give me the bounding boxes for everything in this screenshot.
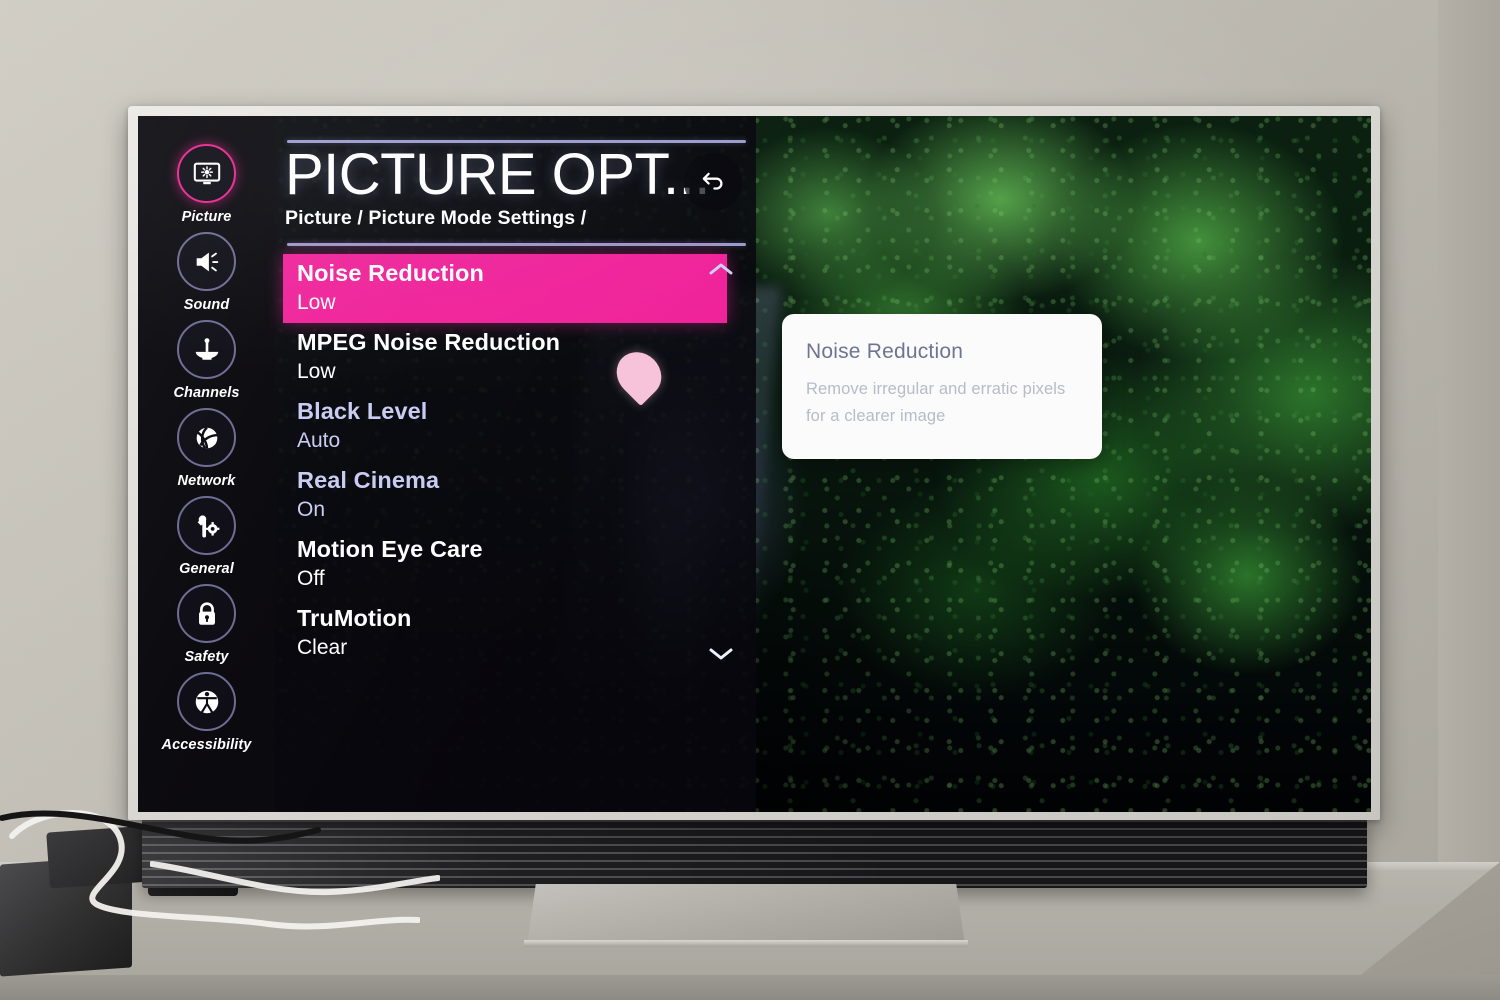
wall-corner [1438, 0, 1500, 870]
sidebar-item-label: Picture [181, 209, 232, 225]
safety-icon-ring [177, 584, 236, 643]
menu-item-noise-reduction[interactable]: Noise Reduction Low [283, 254, 727, 324]
scroll-up-chevron[interactable] [708, 261, 734, 277]
menu-item-label: Motion Eye Care [297, 536, 483, 563]
back-button[interactable] [684, 153, 742, 211]
chevron-up-icon [708, 263, 734, 281]
sidebar-item-picture[interactable]: Picture [151, 144, 263, 225]
settings-panel: PICTURE OPT... Picture / Picture Mode Se… [275, 116, 756, 812]
menu-item-real-cinema[interactable]: Real Cinema On [285, 461, 748, 530]
menu-item-label: Noise Reduction [297, 260, 484, 287]
tv-stand [527, 884, 965, 946]
television: Picture Sound Channels Network General S… [128, 106, 1380, 820]
general-icon-ring [177, 496, 236, 555]
settings-overlay: Picture Sound Channels Network General S… [138, 116, 1371, 812]
menu-item-motion-eye-care[interactable]: Motion Eye Care Off [285, 530, 748, 599]
sidebar-item-label: General [179, 561, 234, 577]
sidebar-item-label: Safety [184, 649, 229, 665]
sidebar-item-sound[interactable]: Sound [151, 232, 263, 313]
tv-screen: Picture Sound Channels Network General S… [138, 116, 1371, 812]
tooltip-title: Noise Reduction [806, 340, 964, 363]
network-globe-icon [192, 423, 222, 453]
page-title: PICTURE OPT... [285, 142, 710, 207]
menu-item-value: On [297, 497, 326, 521]
header-row: PICTURE OPT... [285, 142, 748, 211]
menu-item-mpeg-noise-reduction[interactable]: MPEG Noise Reduction Low [285, 323, 748, 392]
padlock-icon [192, 599, 222, 629]
sidebar-item-general[interactable]: General [151, 496, 263, 577]
sidebar-item-network[interactable]: Network [151, 408, 263, 489]
network-icon-ring [177, 408, 236, 467]
menu-item-label: Black Level [297, 398, 428, 425]
help-tooltip: Noise Reduction Remove irregular and err… [782, 314, 1102, 460]
cable-run-to-tv [150, 861, 440, 896]
tv-bezel: Picture Sound Channels Network General S… [128, 106, 1380, 820]
menu-item-value: Auto [297, 428, 341, 452]
settings-menu-list: Noise Reduction Low MPEG Noise Reduction… [283, 254, 748, 668]
chevron-down-icon [708, 648, 734, 666]
tooltip-body: Remove irregular and erratic pixels for … [806, 380, 1066, 425]
sidebar-item-safety[interactable]: Safety [151, 584, 263, 665]
back-arrow-icon [699, 166, 727, 199]
picture-icon-ring [177, 144, 236, 203]
scroll-down-chevron[interactable] [708, 646, 734, 662]
channels-icon-ring [177, 320, 236, 379]
accessibility-icon-ring [177, 672, 236, 731]
menu-item-label: Real Cinema [297, 467, 440, 494]
menu-item-value: Low [297, 359, 336, 383]
tv-stand-edge [524, 940, 968, 947]
satellite-dish-icon [192, 335, 222, 365]
sidebar-item-label: Network [177, 473, 236, 489]
sidebar-item-channels[interactable]: Channels [151, 320, 263, 401]
sidebar-item-label: Sound [183, 297, 230, 313]
desk-front-edge [0, 975, 1500, 1000]
menu-item-value: Clear [297, 635, 348, 659]
monitor-brightness-icon [192, 159, 222, 189]
menu-item-trumotion[interactable]: TruMotion Clear [285, 599, 748, 668]
menu-item-label: TruMotion [297, 605, 412, 632]
wrench-gear-icon [192, 511, 222, 541]
divider-mid [287, 243, 746, 247]
sidebar-item-accessibility[interactable]: Accessibility [151, 672, 263, 753]
accessibility-icon [192, 687, 222, 717]
menu-item-value: Off [297, 566, 325, 590]
menu-item-value: Low [297, 290, 336, 314]
speaker-icon [192, 247, 222, 277]
room-scene: Picture Sound Channels Network General S… [0, 0, 1500, 1000]
breadcrumb: Picture / Picture Mode Settings / [285, 207, 587, 230]
menu-item-label: MPEG Noise Reduction [297, 329, 561, 356]
sidebar-item-label: Channels [173, 385, 240, 401]
sound-icon-ring [177, 232, 236, 291]
settings-sidebar: Picture Sound Channels Network General S… [138, 116, 275, 812]
sidebar-item-label: Accessibility [161, 737, 252, 753]
menu-item-black-level[interactable]: Black Level Auto [285, 392, 748, 461]
